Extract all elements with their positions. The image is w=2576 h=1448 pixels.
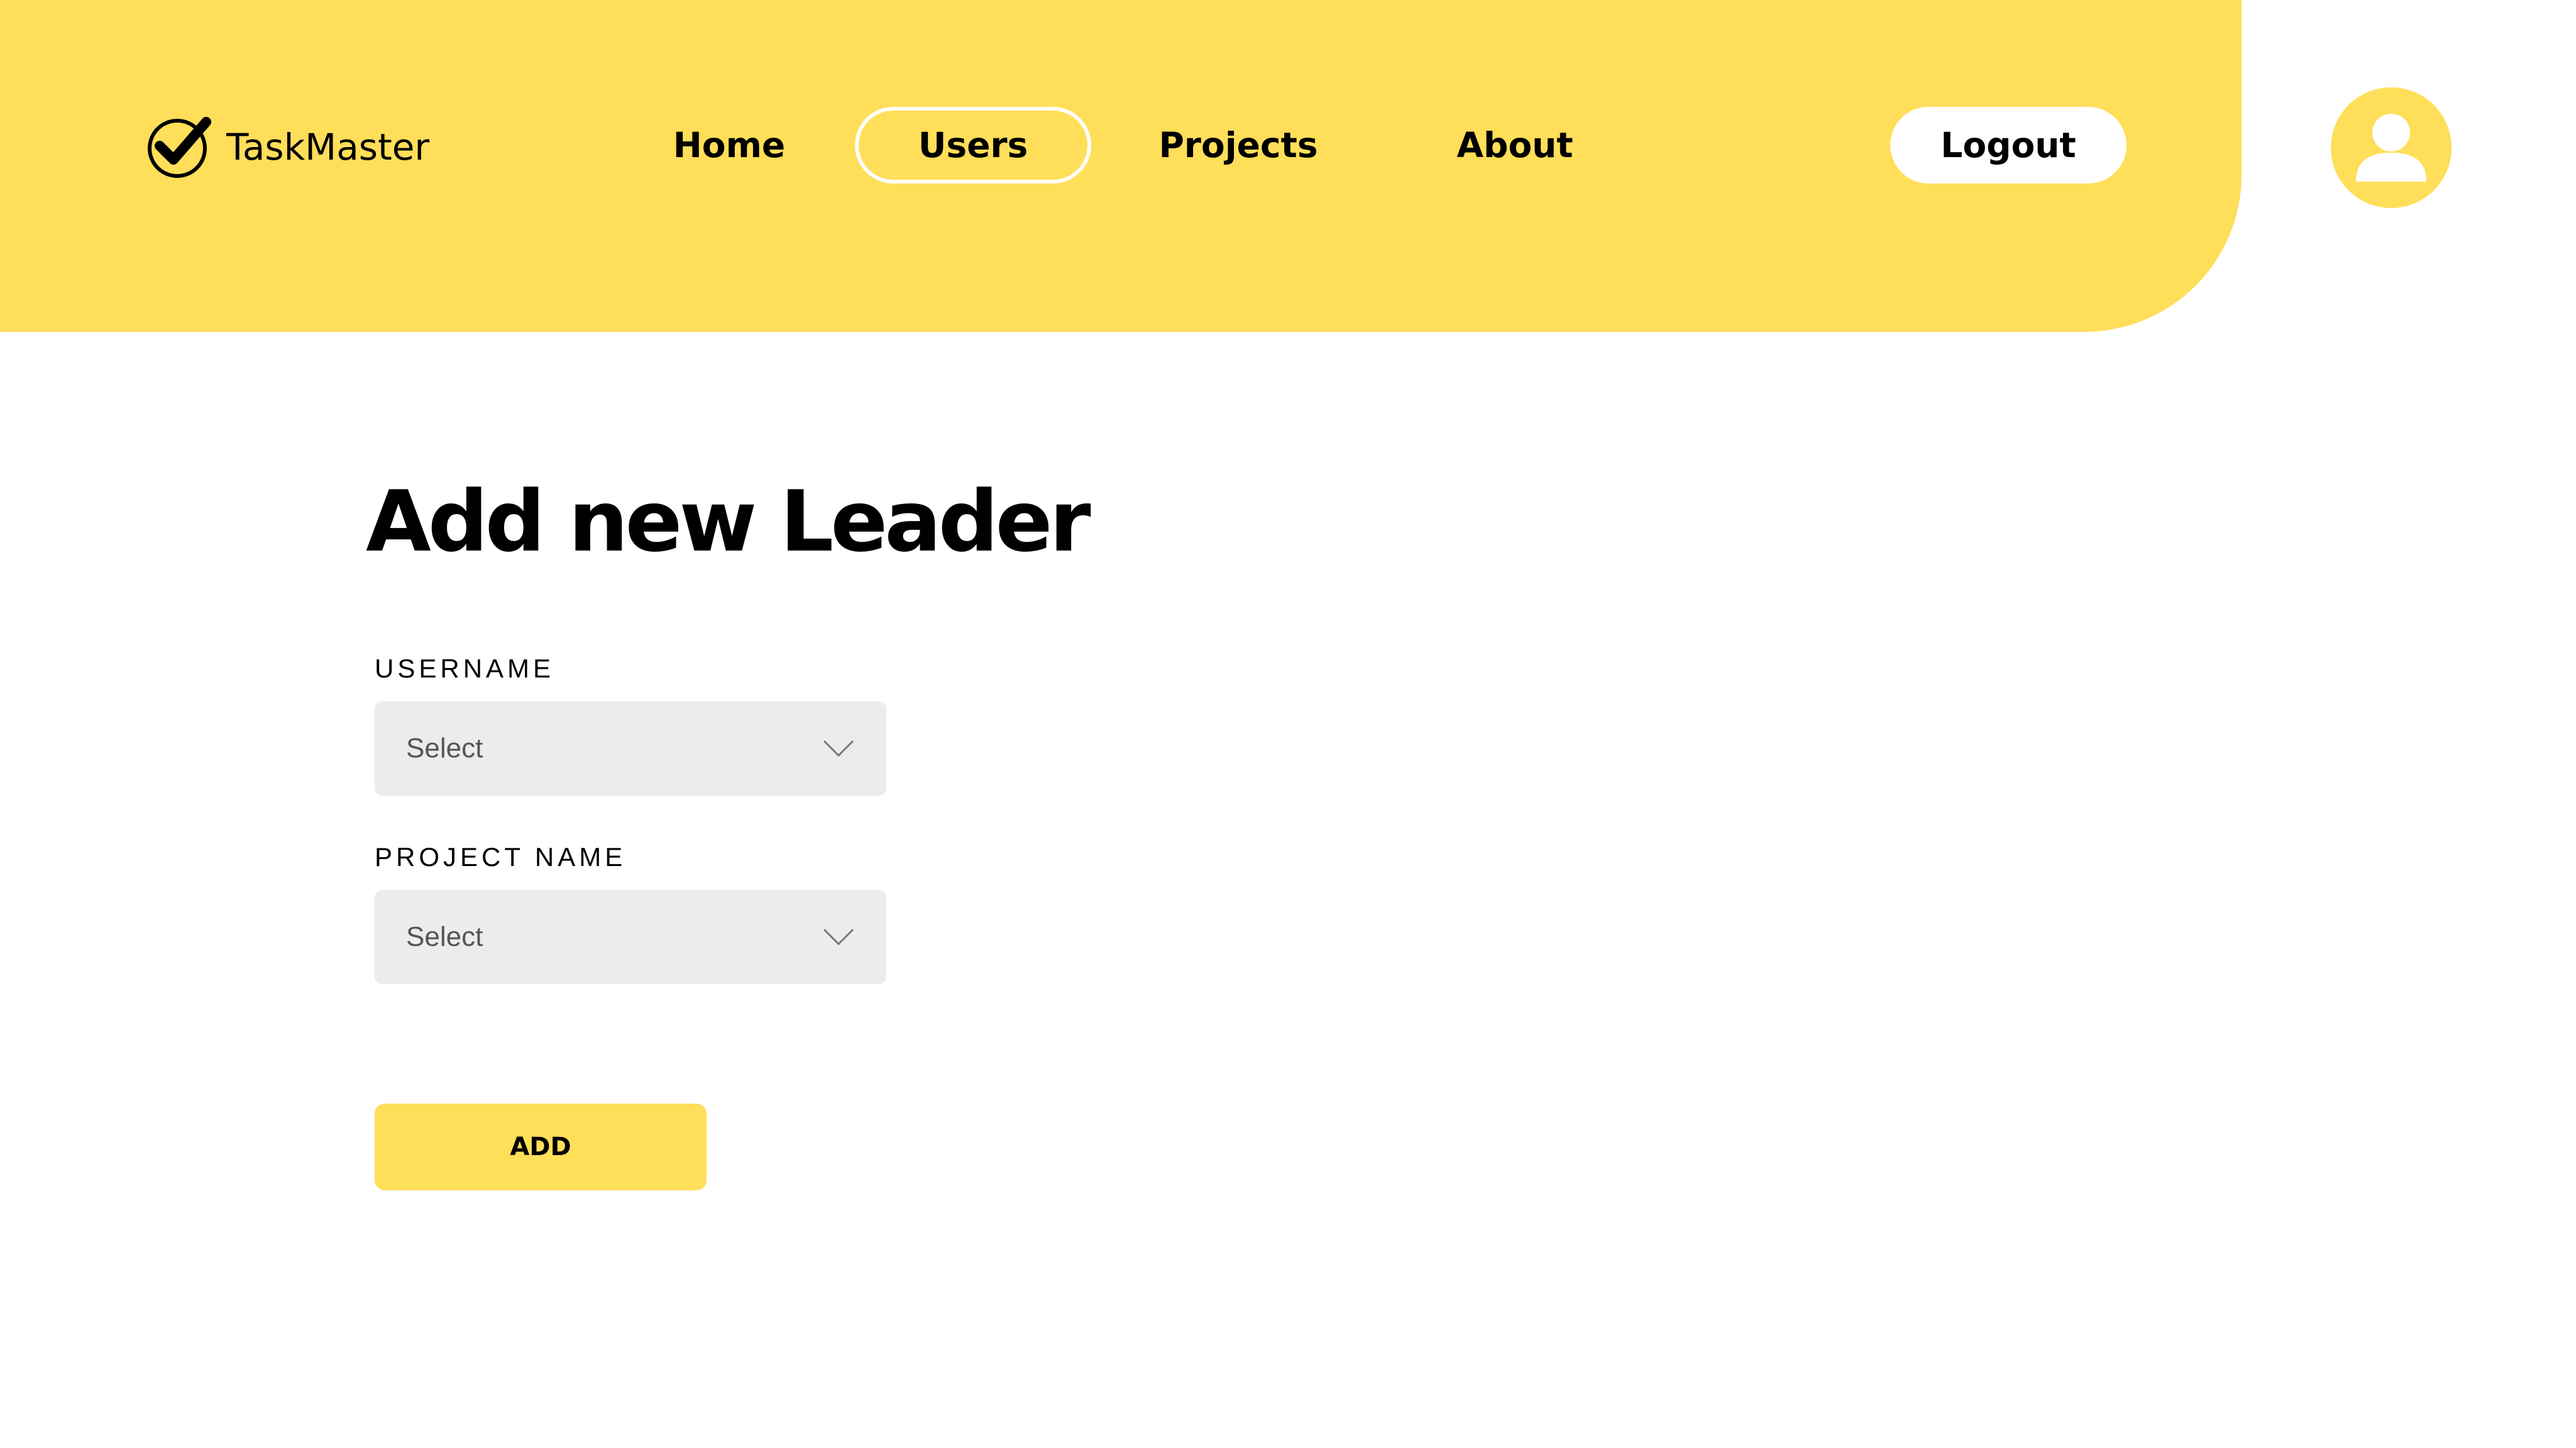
app-root: TaskMaster Home Users Projects About Log… [0,0,2576,1448]
avatar[interactable] [2331,87,2452,208]
username-select[interactable]: Select [375,701,886,796]
project-name-label: PROJECT NAME [375,842,627,872]
project-name-select[interactable]: Select [375,890,886,984]
checkmark-circle-icon [148,117,211,178]
username-select-value: Select [406,733,483,764]
nav-about[interactable]: About [1421,107,1609,184]
user-icon [2356,114,2426,182]
nav-users[interactable]: Users [855,107,1091,184]
project-name-select-value: Select [406,921,483,952]
app-logo[interactable]: TaskMaster [146,113,429,181]
username-label: USERNAME [375,654,555,683]
logout-button[interactable]: Logout [1890,107,2127,184]
nav-home[interactable]: Home [647,107,811,184]
chevron-down-icon [823,740,854,757]
chevron-down-icon [823,928,854,946]
app-name: TaskMaster [226,126,430,168]
nav-projects[interactable]: Projects [1131,107,1345,184]
add-button[interactable]: ADD [375,1104,707,1190]
page-title: Add new Leader [366,473,1091,571]
header-bar: TaskMaster Home Users Projects About Log… [0,0,2242,332]
